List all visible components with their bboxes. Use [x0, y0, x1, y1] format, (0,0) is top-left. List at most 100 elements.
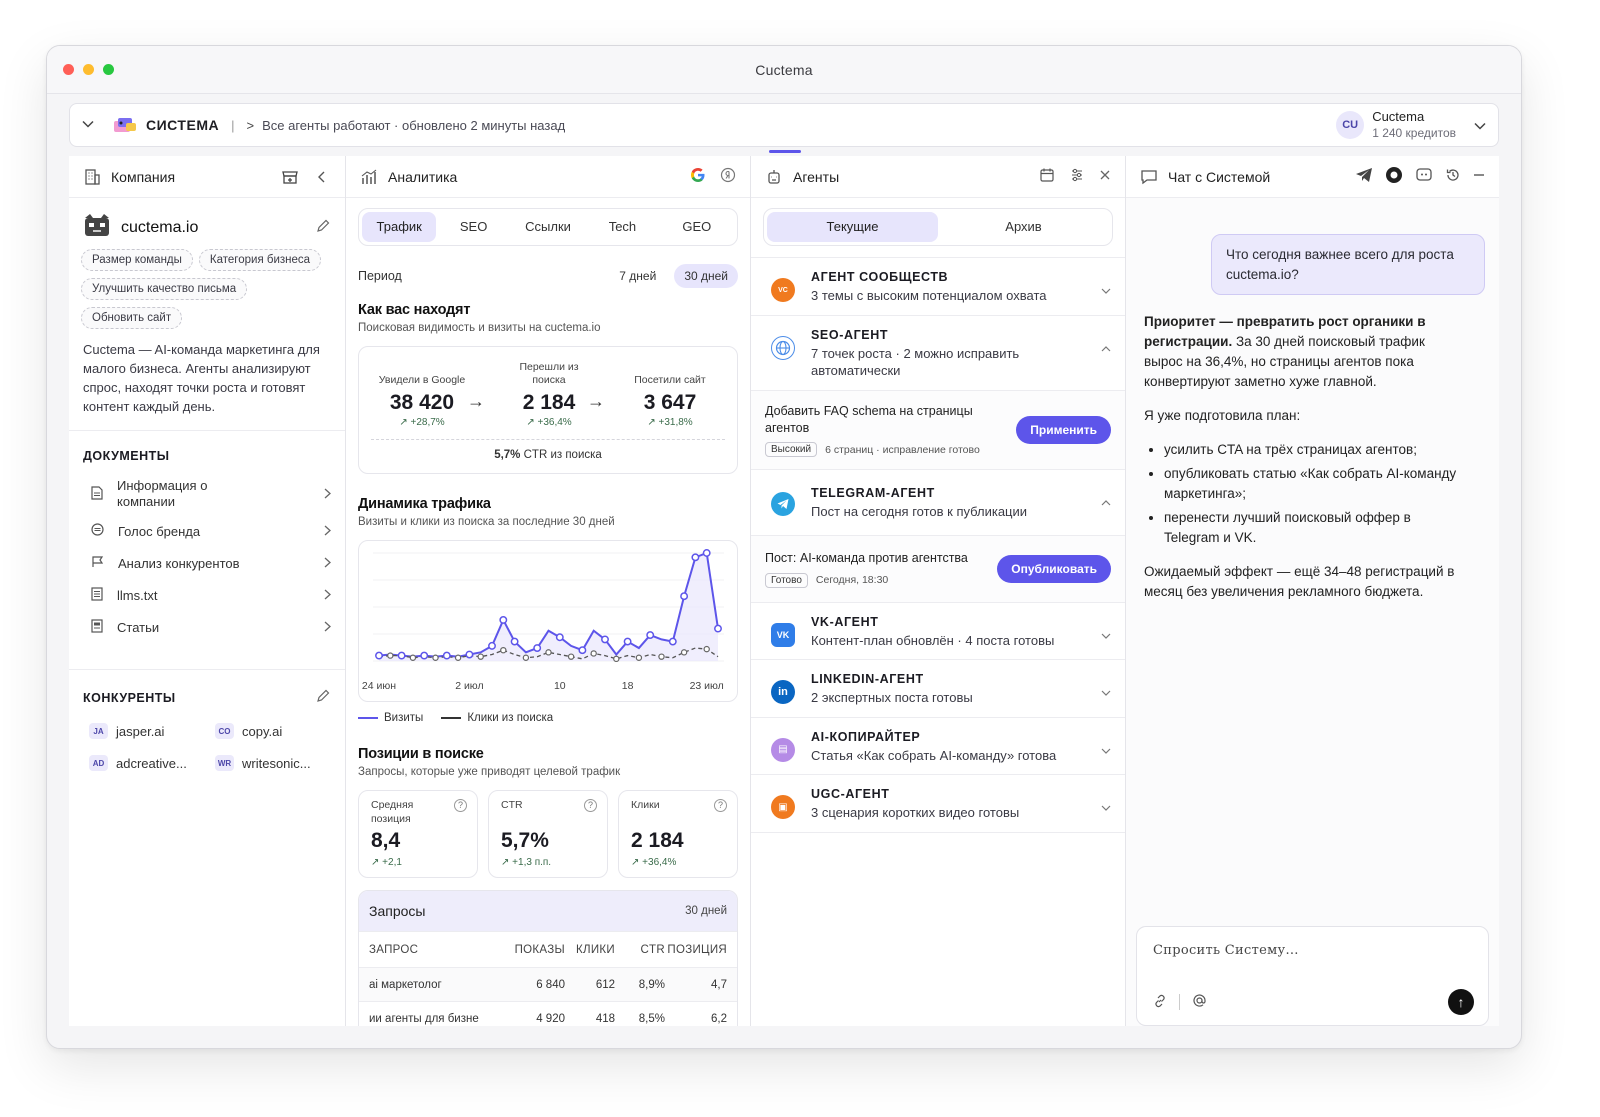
calendar-icon[interactable] — [1039, 167, 1055, 186]
tag-business-category[interactable]: Категория бизнеса — [198, 249, 322, 271]
mention-icon[interactable] — [1192, 993, 1207, 1011]
telegram-icon[interactable] — [1355, 167, 1373, 186]
tab-tech[interactable]: Tech — [585, 212, 659, 242]
tab-archive[interactable]: Архив — [938, 212, 1109, 242]
agent-seo[interactable]: SEO-АГЕНТ 7 точек роста · 2 можно исправи… — [751, 316, 1125, 391]
attach-link-icon[interactable] — [1153, 994, 1167, 1011]
doc-item-llms-txt[interactable]: llms.txt — [91, 579, 331, 611]
help-icon[interactable]: ? — [454, 799, 467, 812]
tag-update-site[interactable]: Обновить сайт — [81, 307, 183, 329]
doc-item-articles[interactable]: Статьи — [91, 611, 331, 643]
col-query[interactable]: ЗАПРОС — [369, 944, 499, 956]
app-window: Cuctema СИСТЕМА | > Все агенты работают … — [46, 45, 1522, 1049]
telegram-icon — [771, 492, 795, 517]
help-icon[interactable]: ? — [714, 799, 727, 812]
tab-traffic[interactable]: Трафик — [362, 212, 437, 242]
traffic-chart-svg: 24 июн 2 июл 10 18 23 июл — [362, 549, 724, 692]
account-switcher[interactable]: CU Cuctema 1 240 кредитов — [1336, 109, 1486, 140]
agent-telegram[interactable]: TELEGRAM-АГЕНТ Пост на сегодня готов к пу… — [751, 470, 1125, 536]
chat-composer[interactable]: Спросить Систему... ↑ — [1136, 926, 1489, 1026]
chevron-up-icon[interactable] — [1101, 498, 1111, 509]
traffic-chart: 24 июн 2 июл 10 18 23 июл — [358, 540, 738, 702]
agent-desc: 3 сценария коротких видео готовы — [811, 805, 1020, 821]
discord-icon[interactable] — [1415, 167, 1433, 186]
chevron-right-icon — [324, 524, 331, 539]
brand-name: СИСТЕМА — [146, 117, 220, 133]
chevron-right-icon — [324, 487, 331, 502]
expected-effect: Ожидаемый эффект — ещё 34–48 регистраций… — [1144, 563, 1455, 599]
doc-label: llms.txt — [117, 587, 158, 603]
store-add-icon[interactable] — [281, 168, 299, 186]
chevron-down-icon[interactable] — [1101, 286, 1111, 297]
chevron-down-icon[interactable] — [1101, 631, 1111, 642]
table-row[interactable]: ai маркетолог 6 840 612 8,9% 4,7 — [359, 967, 737, 1001]
tab-links[interactable]: Ссылки — [511, 212, 585, 242]
yandex-icon[interactable] — [720, 167, 736, 186]
doc-item-brand-voice[interactable]: Голос бренда — [91, 515, 331, 547]
history-icon[interactable] — [1445, 167, 1461, 186]
zoom-window-button[interactable] — [103, 64, 114, 75]
tag-improve-writing[interactable]: Улучшить качество письма — [81, 278, 248, 300]
help-icon[interactable]: ? — [584, 799, 597, 812]
clicks-point — [680, 649, 688, 656]
agent-copywriter[interactable]: ▤ AI-КОПИРАЙТЕР Статья «Как собрать AI-ко… — [751, 718, 1125, 776]
chevron-down-icon[interactable] — [1101, 746, 1111, 757]
competitor-item[interactable]: CO copy.ai — [215, 723, 331, 740]
col-clicks[interactable]: КЛИКИ — [565, 944, 615, 956]
agent-communities[interactable]: VC АГЕНТ СООБЩЕСТВ 3 темы с высоким потен… — [751, 258, 1125, 316]
clicks-point — [567, 653, 575, 660]
sliders-icon[interactable] — [1069, 167, 1085, 186]
period-7-days[interactable]: 7 дней — [609, 264, 666, 288]
chat-input[interactable]: Спросить Систему... — [1153, 943, 1299, 958]
tab-seo[interactable]: SEO — [436, 212, 510, 242]
doc-item-competitor-analysis[interactable]: Анализ конкурентов — [91, 547, 331, 579]
max-icon[interactable] — [1385, 166, 1403, 187]
period-label: Период — [358, 269, 402, 283]
agent-ugc[interactable]: ▣ UGC-АГЕНТ 3 сценария коротких видео гот… — [751, 775, 1125, 833]
agent-linkedin[interactable]: in LINKEDIN-АГЕНТ 2 экспертных поста гото… — [751, 660, 1125, 718]
send-button[interactable]: ↑ — [1448, 989, 1474, 1015]
competitor-item[interactable]: JA jasper.ai — [89, 723, 205, 740]
publish-button[interactable]: Опубликовать — [997, 554, 1111, 583]
visits-point — [691, 553, 700, 562]
tag-team-size[interactable]: Размер команды — [81, 249, 193, 271]
col-ctr[interactable]: CTR — [615, 944, 665, 956]
robot-icon — [765, 168, 783, 186]
close-icon[interactable] — [1099, 169, 1111, 184]
kpi-value: 5,7% — [501, 829, 549, 852]
analytics-chart-icon — [360, 168, 378, 186]
period-30-days[interactable]: 30 дней — [674, 264, 738, 288]
google-icon[interactable] — [690, 167, 706, 186]
minimize-window-button[interactable] — [83, 64, 94, 75]
visits-point — [668, 637, 677, 646]
minimize-icon[interactable] — [1473, 169, 1485, 184]
edit-pencil-icon[interactable] — [315, 688, 331, 707]
agent-name: TELEGRAM-АГЕНТ — [811, 486, 935, 501]
chevron-right-icon — [324, 556, 331, 571]
chevron-down-icon[interactable] — [1474, 118, 1486, 133]
competitor-item[interactable]: AD adcreative... — [89, 755, 205, 772]
chevron-right-icon — [324, 588, 331, 603]
chevron-up-icon[interactable] — [1101, 344, 1111, 355]
agent-vk[interactable]: VK VK-АГЕНТ Контент-план обновлён · 4 пос… — [751, 603, 1125, 661]
doc-item-company-info[interactable]: Информация о компании — [91, 473, 331, 515]
close-window-button[interactable] — [63, 64, 74, 75]
queries-period[interactable]: 30 дней — [685, 905, 727, 917]
table-row[interactable]: ии агенты для бизне 4 920 418 8,5% 6,2 — [359, 1001, 737, 1026]
chevron-down-icon[interactable] — [1101, 803, 1111, 814]
apply-button[interactable]: Применить — [1016, 416, 1111, 445]
tab-current[interactable]: Текущие — [767, 212, 938, 242]
collapse-left-icon[interactable] — [313, 168, 331, 186]
brand-voice-icon — [91, 523, 104, 539]
clicks-point — [522, 654, 530, 661]
edit-pencil-icon[interactable] — [315, 218, 331, 237]
top-bar: СИСТЕМА | > Все агенты работают · обновл… — [69, 103, 1499, 147]
status-badge: Готово — [765, 572, 808, 588]
tab-geo[interactable]: GEO — [660, 212, 734, 242]
col-impressions[interactable]: ПОКАЗЫ — [499, 944, 565, 956]
competitor-item[interactable]: WR writesonic... — [215, 755, 331, 772]
clicks-point — [432, 654, 439, 661]
col-position[interactable]: ПОЗИЦИЯ — [665, 944, 727, 956]
chevron-down-icon[interactable] — [1101, 688, 1111, 699]
chevron-down-icon[interactable] — [82, 119, 102, 131]
